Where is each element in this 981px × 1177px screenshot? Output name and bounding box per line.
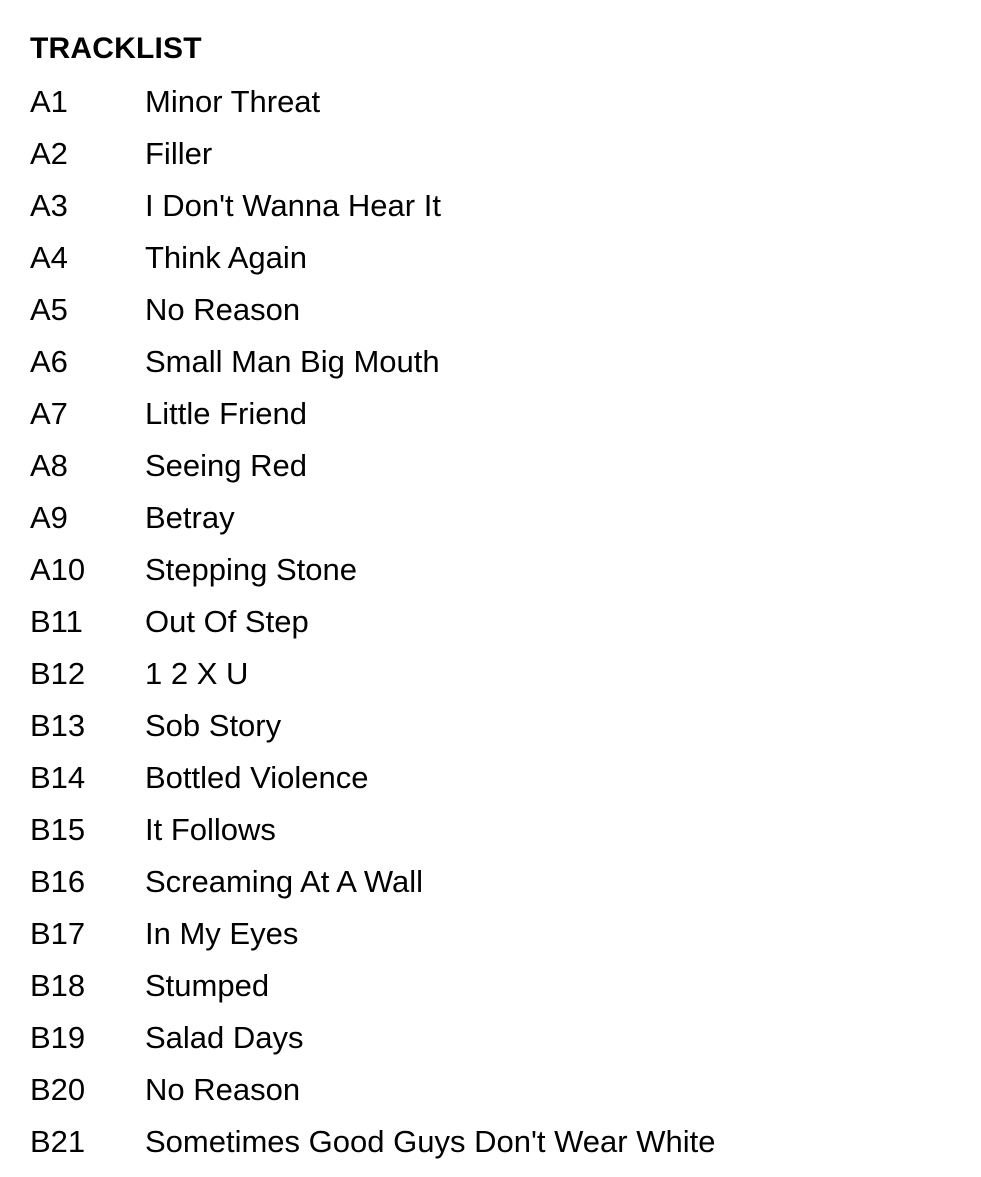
track-position: B18 (30, 968, 86, 1003)
track-title: Filler (145, 136, 213, 171)
track-position: A8 (30, 448, 68, 483)
track-row: B13 Sob Story (0, 709, 981, 761)
track-title: In My Eyes (145, 916, 299, 951)
track-title: Salad Days (145, 1020, 304, 1055)
track-position: A3 (30, 188, 68, 223)
track-title: Out Of Step (145, 604, 309, 639)
track-position: A2 (30, 136, 68, 171)
tracklist-heading: TRACKLIST (30, 32, 202, 65)
track-title: Seeing Red (145, 448, 308, 483)
track-row: B12 1 2 X U (0, 657, 981, 709)
track-row: A10 Stepping Stone (0, 553, 981, 605)
track-row: A5 No Reason (0, 293, 981, 345)
track-position: A1 (30, 84, 68, 119)
track-row: B21 Sometimes Good Guys Don't Wear White (0, 1125, 981, 1177)
track-position: B19 (30, 1020, 86, 1055)
tracklist-table-body: A1 Minor Threat A2 Filler A3 I Don't Wanna He… (0, 85, 981, 1177)
track-row: A6 Small Man Big Mouth (0, 345, 981, 397)
track-row: A9 Betray (0, 501, 981, 553)
track-row: B11 Out Of Step (0, 605, 981, 657)
track-position: A10 (30, 552, 86, 587)
track-position: B16 (30, 864, 86, 899)
track-position: B12 (30, 656, 86, 691)
track-row: B19 Salad Days (0, 1021, 981, 1073)
track-position: B11 (30, 604, 83, 639)
track-position: B21 (30, 1124, 86, 1159)
track-title: Sob Story (145, 708, 282, 743)
track-position: A6 (30, 344, 68, 379)
tracklist-page: TRACKLIST A1 Minor Threat A2 Filler A3 I Don'… (0, 0, 981, 1164)
track-title: Little Friend (145, 396, 307, 431)
track-position: B15 (30, 812, 86, 847)
track-title: Stumped (145, 968, 270, 1003)
track-row: A7 Little Friend (0, 397, 981, 449)
track-title: Screaming At A Wall (145, 864, 423, 899)
track-row: B15 It Follows (0, 813, 981, 865)
track-position: B20 (30, 1072, 86, 1107)
track-row: A2 Filler (0, 137, 981, 189)
track-title: Think Again (145, 240, 307, 275)
track-title: Bottled Violence (145, 760, 369, 795)
track-row: B18 Stumped (0, 969, 981, 1021)
track-position: B17 (30, 916, 86, 951)
track-row: B14 Bottled Violence (0, 761, 981, 813)
track-row: B17 In My Eyes (0, 917, 981, 969)
track-row: A1 Minor Threat (0, 85, 981, 137)
tracklist-table: A1 Minor Threat A2 Filler A3 I Don't Wanna He… (0, 85, 981, 1177)
track-title: 1 2 X U (145, 656, 249, 691)
track-title: Betray (145, 500, 235, 535)
track-position: A5 (30, 292, 68, 327)
track-row: B20 No Reason (0, 1073, 981, 1125)
track-row: A8 Seeing Red (0, 449, 981, 501)
track-title: No Reason (145, 292, 301, 327)
track-position: B14 (30, 760, 86, 795)
track-title: Small Man Big Mouth (145, 344, 440, 379)
track-row: A3 I Don't Wanna Hear It (0, 189, 981, 241)
track-title: Stepping Stone (145, 552, 358, 587)
track-title: No Reason (145, 1072, 301, 1107)
track-position: A9 (30, 500, 68, 535)
track-position: B13 (30, 708, 86, 743)
track-position: A7 (30, 396, 68, 431)
track-row: A4 Think Again (0, 241, 981, 293)
track-title: It Follows (145, 812, 276, 847)
track-title: I Don't Wanna Hear It (145, 188, 441, 223)
track-row: B16 Screaming At A Wall (0, 865, 981, 917)
track-title: Minor Threat (145, 84, 321, 119)
track-position: A4 (30, 240, 68, 275)
track-title: Sometimes Good Guys Don't Wear White (145, 1124, 716, 1159)
